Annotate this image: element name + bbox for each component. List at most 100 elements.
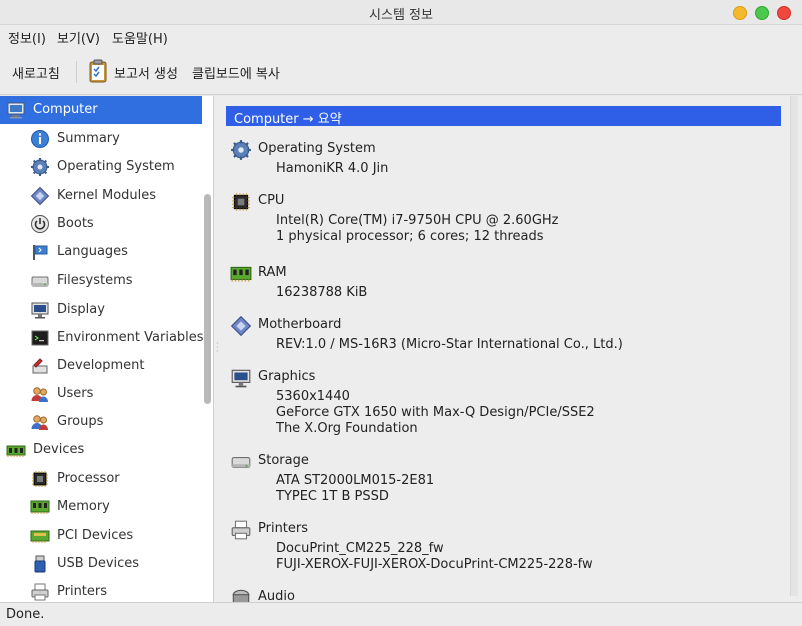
sidebar-item-memory[interactable]: Memory bbox=[0, 493, 202, 521]
sidebar-item-development[interactable]: Development bbox=[0, 352, 202, 380]
sidebar-item-groups[interactable]: Groups bbox=[0, 408, 202, 436]
users-icon bbox=[31, 387, 48, 402]
cpu-icon bbox=[32, 471, 48, 487]
usb-icon bbox=[34, 555, 46, 573]
section-graphics: Graphics 5360x1440 GeForce GTX 1650 with M… bbox=[230, 367, 770, 441]
section-storage: Storage ATA ST2000LM015-2E81 TYPEC 1T B PS… bbox=[230, 451, 770, 509]
menu-info[interactable]: 정보(I) bbox=[8, 28, 46, 47]
section-value: The X.Org Foundation bbox=[276, 421, 418, 436]
summary-panel: Computer → 요약 Operating System HamoniKR 4… bbox=[220, 96, 802, 602]
sidebar-item-label: Memory bbox=[57, 499, 110, 514]
monitor-icon bbox=[31, 302, 49, 319]
sidebar-item-operating-system[interactable]: Operating System bbox=[0, 153, 202, 181]
sidebar-item-filesystems[interactable]: Filesystems bbox=[0, 267, 202, 295]
sidebar-item-label: Processor bbox=[57, 471, 120, 486]
toolbar-separator bbox=[76, 61, 77, 83]
sidebar-item-pci-devices[interactable]: PCI Devices bbox=[0, 522, 202, 550]
sidebar-item-label: Display bbox=[57, 302, 105, 317]
power-icon bbox=[31, 215, 49, 233]
toolbar: 새로고침 보고서 생성 클립보드에 복사 bbox=[0, 49, 802, 95]
section-title: Printers bbox=[258, 521, 309, 536]
section-motherboard: Motherboard REV:1.0 / MS-16R3 (Micro-Star… bbox=[230, 315, 770, 357]
computer-icon bbox=[7, 102, 25, 119]
sidebar-item-languages[interactable]: Languages bbox=[0, 238, 202, 266]
sidebar-item-label: Printers bbox=[57, 584, 108, 599]
sidebar-item-devices[interactable]: Devices bbox=[0, 436, 202, 464]
groups-icon bbox=[31, 415, 48, 430]
section-title: Graphics bbox=[258, 369, 316, 384]
sidebar-item-boots[interactable]: Boots bbox=[0, 210, 202, 238]
section-operating-system: Operating System HamoniKR 4.0 Jin bbox=[230, 139, 770, 181]
development-icon bbox=[32, 358, 48, 374]
flag-icon bbox=[33, 245, 48, 260]
sidebar-item-label: Operating System bbox=[57, 159, 175, 174]
pci-icon bbox=[30, 530, 50, 543]
devices-icon bbox=[6, 445, 26, 457]
sidebar-item-label: Computer bbox=[33, 102, 98, 117]
sidebar-item-display[interactable]: Display bbox=[0, 296, 202, 324]
sidebar-item-label: Devices bbox=[33, 442, 85, 457]
sidebar-item-label: PCI Devices bbox=[57, 528, 134, 543]
section-cpu: CPU Intel(R) Core(TM) i7-9750H CPU @ 2.60… bbox=[230, 191, 770, 249]
sidebar-item-printers[interactable]: Printers bbox=[0, 578, 202, 602]
sidebar-item-label: Development bbox=[57, 358, 145, 373]
title-bar: 시스템 정보 bbox=[0, 0, 802, 25]
window-title: 시스템 정보 bbox=[369, 8, 433, 23]
menu-view[interactable]: 보기(V) bbox=[57, 28, 100, 47]
section-title: RAM bbox=[258, 265, 287, 280]
section-value: 16238788 KiB bbox=[276, 285, 368, 300]
cpu-icon bbox=[232, 193, 250, 211]
menu-help[interactable]: 도움말(H) bbox=[112, 28, 168, 47]
menu-bar: 정보(I) 보기(V) 도움말(H) bbox=[0, 25, 802, 49]
generate-report-button[interactable]: 보고서 생성 bbox=[114, 63, 178, 82]
section-value: FUJI-XEROX-FUJI-XEROX-DocuPrint-CM225-22… bbox=[276, 557, 593, 572]
content-scrollbar[interactable] bbox=[790, 96, 798, 596]
refresh-button[interactable]: 새로고침 bbox=[12, 63, 60, 82]
minimize-button[interactable] bbox=[733, 6, 747, 20]
info-icon bbox=[31, 130, 49, 148]
section-ram: RAM 16238788 KiB bbox=[230, 263, 770, 305]
drive-icon bbox=[31, 276, 49, 287]
sidebar-item-label: Groups bbox=[57, 414, 104, 429]
sidebar-item-label: Summary bbox=[57, 131, 120, 146]
gear-icon bbox=[231, 140, 251, 160]
section-title: CPU bbox=[258, 193, 285, 208]
sidebar-item-environment-variables[interactable]: Environment Variables bbox=[0, 324, 204, 352]
sidebar-item-usb-devices[interactable]: USB Devices bbox=[0, 550, 202, 578]
sidebar-item-label: Kernel Modules bbox=[57, 188, 157, 203]
monitor-icon bbox=[231, 369, 251, 388]
maximize-button[interactable] bbox=[755, 6, 769, 20]
section-value: 1 physical processor; 6 cores; 12 thread… bbox=[276, 229, 544, 244]
summary-header: Computer → 요약 bbox=[226, 106, 781, 127]
gear-icon bbox=[31, 158, 49, 176]
summary-header-label: Computer → 요약 bbox=[234, 112, 342, 127]
section-value: HamoniKR 4.0 Jin bbox=[276, 161, 389, 176]
section-value: Intel(R) Core(TM) i7-9750H CPU @ 2.60GHz bbox=[276, 213, 559, 228]
sidebar-item-label: Filesystems bbox=[57, 273, 133, 288]
sidebar-item-kernel-modules[interactable]: Kernel Modules bbox=[0, 182, 202, 210]
section-value: 5360x1440 bbox=[276, 389, 350, 404]
status-text: Done. bbox=[6, 607, 45, 622]
section-title: Motherboard bbox=[258, 317, 342, 332]
section-value: REV:1.0 / MS-16R3 (Micro-Star Internatio… bbox=[276, 337, 623, 352]
close-button[interactable] bbox=[777, 6, 791, 20]
module-icon bbox=[30, 186, 50, 206]
status-bar: Done. bbox=[0, 602, 802, 626]
section-title: Audio bbox=[258, 589, 295, 602]
section-value: TYPEC 1T B PSSD bbox=[276, 489, 389, 504]
section-value: GeForce GTX 1650 with Max-Q Design/PCIe/… bbox=[276, 405, 595, 420]
copy-clipboard-button[interactable]: 클립보드에 복사 bbox=[192, 63, 280, 82]
sidebar-item-users[interactable]: Users bbox=[0, 380, 202, 408]
sidebar-scrollbar[interactable] bbox=[204, 194, 211, 404]
sidebar-item-label: Environment Variables bbox=[57, 330, 204, 345]
clipboard-report-icon bbox=[89, 59, 107, 83]
sidebar-item-computer[interactable]: Computer bbox=[0, 96, 202, 124]
section-audio: Audio bbox=[230, 587, 770, 602]
section-title: Operating System bbox=[258, 141, 376, 156]
sidebar-item-summary[interactable]: Summary bbox=[0, 125, 202, 153]
memory-icon bbox=[230, 266, 252, 282]
terminal-icon bbox=[31, 330, 49, 346]
module-icon bbox=[230, 315, 252, 337]
drive-icon bbox=[231, 457, 251, 469]
sidebar-item-processor[interactable]: Processor bbox=[0, 465, 202, 493]
